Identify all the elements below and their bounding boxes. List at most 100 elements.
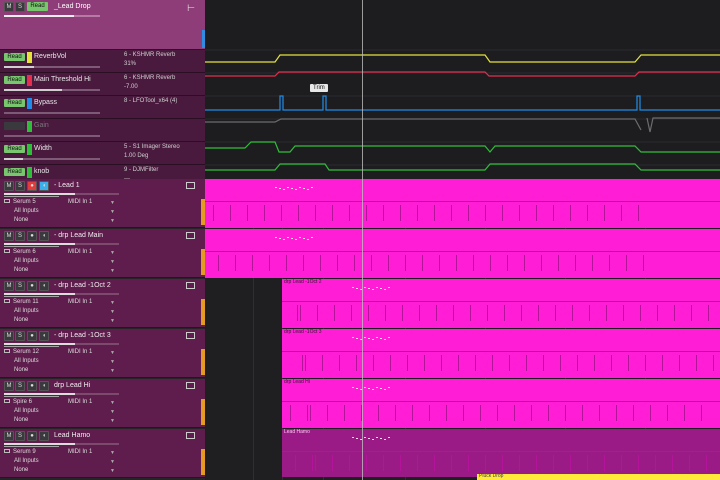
automation-read-button[interactable]: Read <box>4 168 25 176</box>
midi-input-selector[interactable]: MIDI In 1 <box>68 349 92 355</box>
midi-input-selector[interactable]: MIDI In 1 <box>68 299 92 305</box>
keyboard-icon[interactable] <box>186 332 195 339</box>
monitor-icon[interactable]: ◖ <box>39 231 49 241</box>
automation-read-button[interactable] <box>4 122 25 130</box>
automation-level-slider[interactable] <box>4 66 100 68</box>
midi-input-selector[interactable]: MIDI In 1 <box>68 449 92 455</box>
chevron-down-icon[interactable]: ▼ <box>110 450 115 456</box>
automation-lane-header[interactable]: Read Width 5 - S1 Imager Stereo 1.00 Deg <box>0 142 205 165</box>
arrangement-view[interactable]: drp Lead -1Oct 2 drp Lead -1Oct 3 drp Lead… <box>205 0 720 480</box>
output-selector[interactable]: None <box>14 467 28 473</box>
chevron-down-icon[interactable]: ▼ <box>110 309 115 315</box>
automation-level-slider[interactable] <box>4 89 100 91</box>
input-selector[interactable]: All Inputs <box>14 408 39 414</box>
chevron-down-icon[interactable]: ▼ <box>110 318 115 324</box>
keyboard-icon[interactable] <box>186 382 195 389</box>
automation-read-button[interactable]: Read <box>4 99 25 107</box>
track-volume-slider[interactable] <box>4 293 119 295</box>
output-selector[interactable]: None <box>14 217 28 223</box>
instrument-track-header[interactable]: M S ● ◖ Lead Hamo Serum 9 MIDI In 1 ▼ Al… <box>0 429 205 478</box>
chevron-down-icon[interactable]: ▼ <box>110 268 115 274</box>
chevron-down-icon[interactable]: ▼ <box>110 468 115 474</box>
automation-read-button[interactable]: Read <box>4 145 25 153</box>
output-selector[interactable]: None <box>14 317 28 323</box>
automation-lane-header[interactable]: Read Bypass 8 - LFOTool_x64 (4) <box>0 96 205 119</box>
folder-read-button[interactable]: Read <box>27 2 48 11</box>
track-mute-button[interactable]: M <box>4 381 14 391</box>
instrument-selector[interactable]: Spire 6 <box>4 399 32 405</box>
midi-clip[interactable]: drp Lead -1Oct 2 <box>282 279 720 328</box>
automation-lane-header[interactable]: Gain <box>0 119 205 142</box>
midi-clip[interactable]: drp Lead Hi <box>282 379 720 428</box>
chevron-down-icon[interactable]: ▼ <box>110 459 115 465</box>
monitor-icon[interactable]: ◖ <box>39 431 49 441</box>
midi-clip[interactable] <box>205 229 720 278</box>
track-pan-slider[interactable] <box>4 296 59 297</box>
record-arm-icon[interactable]: ● <box>27 431 37 441</box>
instrument-track-header[interactable]: M S ● ◖ - Lead 1 Serum 5 MIDI In 1 ▼ All… <box>0 179 205 228</box>
track-pan-slider[interactable] <box>4 396 59 397</box>
track-volume-slider[interactable] <box>4 193 119 195</box>
playhead[interactable] <box>362 0 363 480</box>
automation-level-slider[interactable] <box>4 112 100 114</box>
midi-clip[interactable] <box>205 179 720 228</box>
instrument-selector[interactable]: Serum 5 <box>4 199 36 205</box>
track-solo-button[interactable]: S <box>15 431 25 441</box>
instrument-track-header[interactable]: M S ● ◖ - drp Lead -1Oct 3 Serum 12 MIDI… <box>0 329 205 378</box>
output-selector[interactable]: None <box>14 267 28 273</box>
automation-read-button[interactable]: Read <box>4 53 25 61</box>
chevron-down-icon[interactable]: ▼ <box>110 300 115 306</box>
record-arm-icon[interactable]: ● <box>27 331 37 341</box>
track-volume-slider[interactable] <box>4 343 119 345</box>
midi-input-selector[interactable]: MIDI In 1 <box>68 199 92 205</box>
chevron-down-icon[interactable]: ▼ <box>110 209 115 215</box>
output-selector[interactable]: None <box>14 367 28 373</box>
input-selector[interactable]: All Inputs <box>14 308 39 314</box>
automation-level-slider[interactable] <box>4 135 100 137</box>
instrument-selector[interactable]: Serum 11 <box>4 299 39 305</box>
chevron-down-icon[interactable]: ▼ <box>110 259 115 265</box>
folder-track-header[interactable]: M S Read _Lead Drop ⊢ <box>0 0 205 50</box>
record-arm-icon[interactable]: ● <box>27 181 37 191</box>
chevron-down-icon[interactable]: ▼ <box>110 359 115 365</box>
instrument-track-header[interactable]: M S ● ◖ - drp Lead Main Serum 6 MIDI In … <box>0 229 205 278</box>
chevron-down-icon[interactable]: ▼ <box>110 218 115 224</box>
chevron-down-icon[interactable]: ▼ <box>110 400 115 406</box>
input-selector[interactable]: All Inputs <box>14 208 39 214</box>
track-solo-button[interactable]: S <box>15 281 25 291</box>
midi-clip[interactable]: drp Lead -1Oct 3 <box>282 329 720 378</box>
track-mute-button[interactable]: M <box>4 331 14 341</box>
instrument-selector[interactable]: Serum 9 <box>4 449 36 455</box>
automation-lane-header[interactable]: Read Main Threshold Hi 6 - KSHMR Reverb … <box>0 73 205 96</box>
track-pan-slider[interactable] <box>4 246 59 247</box>
instrument-track-header[interactable]: M S ● ◖ - drp Lead -1Oct 2 Serum 11 MIDI… <box>0 279 205 328</box>
folder-expand-icon[interactable]: ⊢ <box>187 3 195 14</box>
track-volume-slider[interactable] <box>4 243 119 245</box>
instrument-selector[interactable]: Serum 6 <box>4 249 36 255</box>
automation-level-slider[interactable] <box>4 158 100 160</box>
input-selector[interactable]: All Inputs <box>14 258 39 264</box>
record-arm-icon[interactable]: ● <box>27 281 37 291</box>
chevron-down-icon[interactable]: ▼ <box>110 418 115 424</box>
input-selector[interactable]: All Inputs <box>14 358 39 364</box>
input-selector[interactable]: All Inputs <box>14 458 39 464</box>
instrument-selector[interactable]: Serum 12 <box>4 349 39 355</box>
monitor-icon[interactable]: ◖ <box>39 181 49 191</box>
track-mute-button[interactable]: M <box>4 281 14 291</box>
output-selector[interactable]: None <box>14 417 28 423</box>
record-arm-icon[interactable]: ● <box>27 231 37 241</box>
monitor-icon[interactable]: ◖ <box>39 281 49 291</box>
chevron-down-icon[interactable]: ▼ <box>110 368 115 374</box>
track-pan-slider[interactable] <box>4 446 59 447</box>
track-solo-button[interactable]: S <box>15 381 25 391</box>
track-mute-button[interactable]: M <box>4 431 14 441</box>
pluck-drop-clip[interactable]: Pluck Drop <box>477 473 720 480</box>
chevron-down-icon[interactable]: ▼ <box>110 200 115 206</box>
track-solo-button[interactable]: S <box>15 181 25 191</box>
keyboard-icon[interactable] <box>186 282 195 289</box>
midi-clip[interactable]: Lead Hamo <box>282 429 720 477</box>
chevron-down-icon[interactable]: ▼ <box>110 350 115 356</box>
automation-read-button[interactable]: Read <box>4 76 25 84</box>
monitor-icon[interactable]: ◖ <box>39 381 49 391</box>
track-volume-slider[interactable] <box>4 443 119 445</box>
